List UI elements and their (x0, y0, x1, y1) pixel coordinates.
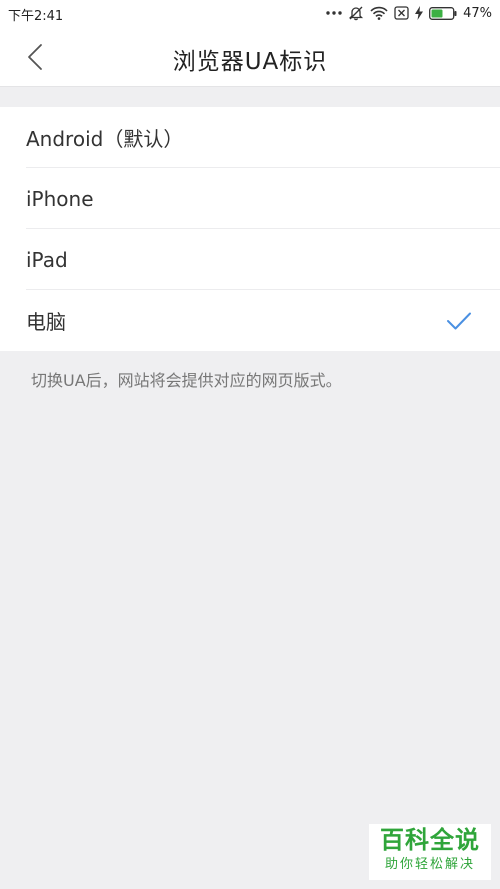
sim-blocked-icon (394, 6, 409, 20)
option-iphone[interactable]: iPhone (0, 168, 500, 229)
battery-icon (429, 6, 457, 20)
option-label: Android（默认） (26, 127, 184, 151)
status-bar: 下午2:41 47% (0, 0, 500, 26)
top-bar: 下午2:41 47% 浏览器UA标识 (0, 0, 500, 87)
battery-percent: 47% (463, 5, 492, 21)
status-time: 下午2:41 (8, 9, 64, 24)
bell-off-icon (348, 5, 364, 21)
checkmark-icon (447, 312, 471, 330)
watermark-main: 百科全说 (380, 826, 480, 854)
watermark-sub: 助你轻松解决 (384, 857, 475, 872)
option-label: 电脑 (26, 310, 66, 334)
ua-option-list: Android（默认） iPhone iPad 电脑 (0, 107, 500, 351)
option-android[interactable]: Android（默认） (0, 107, 500, 168)
status-icons: 47% (326, 4, 492, 22)
option-ipad[interactable]: iPad (0, 229, 500, 290)
option-desktop[interactable]: 电脑 (0, 290, 500, 351)
more-dots-icon (326, 10, 342, 16)
wifi-icon (370, 6, 388, 20)
option-label: iPad (26, 247, 68, 272)
ua-hint-text: 切换UA后，网站将会提供对应的网页版式。 (31, 371, 342, 390)
watermark-logo: 百科全说 助你轻松解决 (369, 824, 491, 880)
page-title: 浏览器UA标识 (172, 49, 328, 75)
option-label: iPhone (26, 186, 94, 211)
charging-bolt-icon (415, 6, 424, 20)
header: 浏览器UA标识 (0, 26, 500, 87)
screen: 下午2:41 47% 浏览器UA标识 Android（默认） iPhone iP… (0, 0, 500, 889)
